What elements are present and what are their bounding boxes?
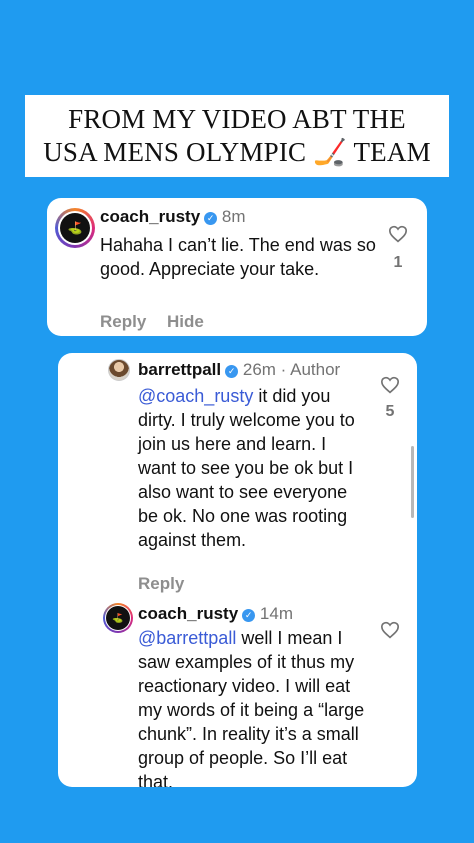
author-label: Author xyxy=(290,360,341,379)
title-line-2: USA MENS OLYMPIC 🏒 TEAM xyxy=(43,137,431,167)
comment-text: Hahaha I can’t lie. The end was so good.… xyxy=(100,235,376,279)
golf-ball-icon: ⛳ xyxy=(60,213,90,243)
scrollbar[interactable] xyxy=(411,446,414,518)
comment-time: 8m xyxy=(221,207,246,226)
comment-time: 26m xyxy=(242,360,276,379)
reply-text: @coach_rusty it did you dirty. I truly w… xyxy=(138,386,355,550)
username-link[interactable]: coach_rusty xyxy=(100,207,200,226)
comment-username[interactable]: coach_rusty ✓ 8m xyxy=(100,207,246,227)
username-link[interactable]: barrettpall xyxy=(138,360,221,379)
like-heart-icon[interactable] xyxy=(380,621,400,639)
like-count: 1 xyxy=(393,254,403,271)
golf-ball-icon: ⛳ xyxy=(106,606,130,630)
username-link[interactable]: coach_rusty xyxy=(138,604,238,623)
comment-time: 14m xyxy=(259,604,293,623)
hide-button[interactable]: Hide xyxy=(167,312,204,332)
mention-link[interactable]: @coach_rusty xyxy=(138,386,253,406)
reply-button[interactable]: Reply xyxy=(100,312,146,332)
comment-card-1: ⛳ coach_rusty ✓ 8m Hahaha I can’t lie. Th… xyxy=(47,198,427,336)
avatar[interactable]: ⛳ xyxy=(103,603,133,633)
title-line-1: FROM MY VIDEO ABT THE xyxy=(68,104,406,134)
like-heart-icon[interactable] xyxy=(388,225,408,243)
mention-link[interactable]: @barrettpall xyxy=(138,628,236,648)
avatar[interactable]: ⛳ xyxy=(55,208,95,248)
comment-thread-card: barrettpall ✓ 26m · Author @coach_rusty i… xyxy=(58,353,417,787)
like-heart-icon[interactable] xyxy=(380,376,400,394)
verified-badge-icon: ✓ xyxy=(225,365,239,378)
avatar[interactable] xyxy=(108,359,130,381)
reply-username[interactable]: coach_rusty ✓ 14m xyxy=(138,604,293,624)
reply-text: @barrettpall well I mean I saw examples … xyxy=(138,628,365,787)
reply-username[interactable]: barrettpall ✓ 26m · Author xyxy=(138,360,340,380)
like-count: 5 xyxy=(385,403,395,420)
verified-badge-icon: ✓ xyxy=(204,212,218,225)
story-title-box: FROM MY VIDEO ABT THE USA MENS OLYMPIC 🏒… xyxy=(25,95,449,177)
verified-badge-icon: ✓ xyxy=(242,609,256,622)
reply-button[interactable]: Reply xyxy=(138,574,184,594)
